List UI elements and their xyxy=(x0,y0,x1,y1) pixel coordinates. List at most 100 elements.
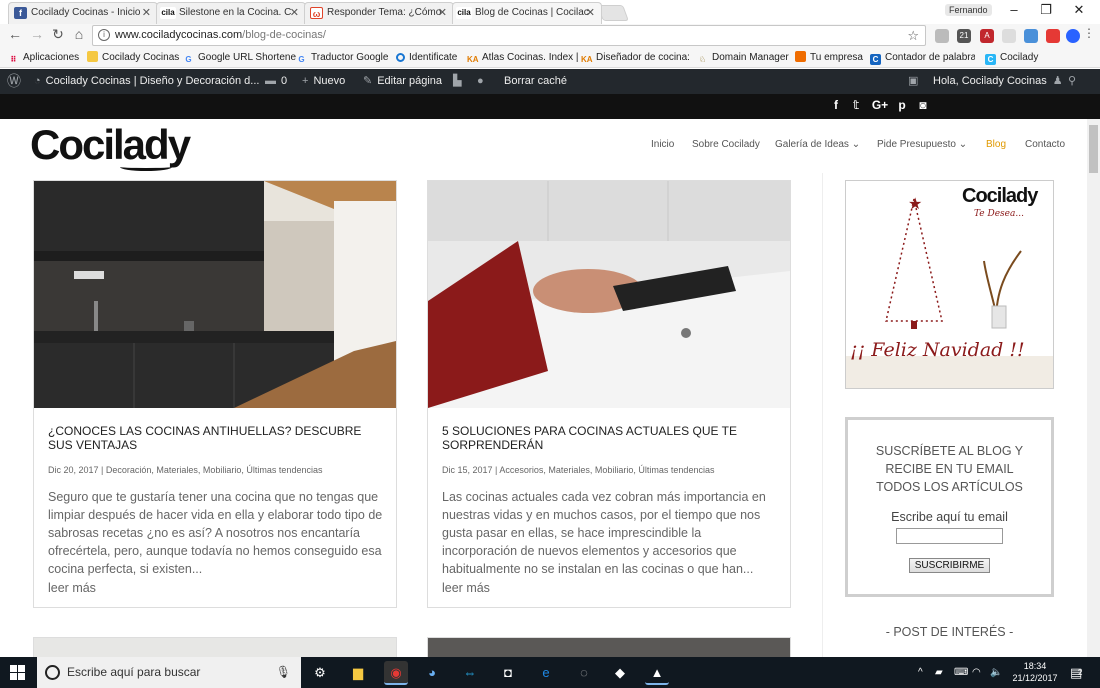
read-more-link[interactable]: leer más xyxy=(442,581,490,595)
menu-item-presupuesto[interactable]: Pide Presupuesto ⌄ xyxy=(877,139,967,150)
scrollbar-thumb[interactable] xyxy=(1089,125,1098,173)
pdf-extension-icon[interactable]: A xyxy=(980,29,994,43)
extension-icon[interactable] xyxy=(935,29,949,43)
page-scrollbar[interactable] xyxy=(1087,119,1100,657)
menu-item-galeria[interactable]: Galería de Ideas ⌄ xyxy=(775,139,860,150)
app-icon[interactable]: ◆ xyxy=(608,661,632,685)
site-logo[interactable]: Cocilady xyxy=(30,121,191,169)
task-view-icon[interactable]: ⚙ xyxy=(308,661,332,685)
social-top-bar: f 𝕥 G+ p ◙ xyxy=(0,94,1100,119)
maximize-button[interactable]: ❐ xyxy=(1031,2,1061,18)
atlas-icon: KA xyxy=(467,55,479,64)
apps-grid-icon: ⠿ xyxy=(10,55,17,64)
close-icon[interactable]: ✕ xyxy=(142,3,151,23)
bookmark-item[interactable]: ♘ Domain Manager xyxy=(697,51,789,65)
post-title[interactable]: 5 soluciones para cocinas actuales que t… xyxy=(442,424,777,452)
browser-tab[interactable]: cila Silestone en la Cocina. C ✕ xyxy=(156,2,306,24)
screen-icon[interactable]: ▣ xyxy=(908,69,918,94)
reload-icon[interactable]: ↻ xyxy=(49,26,67,43)
extension-icon[interactable] xyxy=(1066,29,1080,43)
twitter-icon[interactable]: 𝕥 xyxy=(847,98,865,112)
minimize-button[interactable]: – xyxy=(999,2,1029,17)
windows-start-icon[interactable] xyxy=(10,665,25,680)
forward-arrow-icon[interactable]: → xyxy=(28,26,46,42)
menu-item-contacto[interactable]: Contacto xyxy=(1025,139,1065,150)
browser-tab[interactable]: f Cocilady Cocinas - Inicio ✕ xyxy=(8,2,158,24)
blog-post-card-partial[interactable] xyxy=(33,637,397,657)
bookmark-star-icon[interactable]: ☆ xyxy=(907,26,919,45)
admin-comments[interactable]: ▬ 0 xyxy=(265,69,287,94)
browser-tab[interactable]: ω Responder Tema: ¿Cómo ✕ xyxy=(304,2,454,24)
admin-edit-page[interactable]: ✎ Editar página xyxy=(363,69,442,94)
wifi-icon[interactable]: ◠ xyxy=(972,657,981,688)
address-bar[interactable]: i www.cociladycocinas.com/blog-de-cocina… xyxy=(92,25,926,46)
bookmark-item[interactable]: C Contador de palabras xyxy=(870,51,975,65)
tray-expand-icon[interactable]: ^ xyxy=(918,657,923,688)
pin-extension-icon[interactable] xyxy=(1046,29,1060,43)
post-title[interactable]: ¿Conoces las cocinas antihuellas? Descub… xyxy=(48,424,383,452)
browser-tab-active[interactable]: cila Blog de Cocinas | Cocilac ✕ xyxy=(452,2,602,24)
post-thumbnail-kitchen[interactable] xyxy=(34,181,396,408)
bookmark-item[interactable]: C Cocilady xyxy=(985,51,1038,65)
blog-post-card-partial[interactable] xyxy=(427,637,791,657)
bookmark-item[interactable]: KA Diseñador de cocina: xyxy=(581,51,690,65)
extension-icon[interactable] xyxy=(1024,29,1038,43)
search-icon[interactable]: ⚲ xyxy=(1068,69,1076,94)
chrome-icon[interactable]: ◉ xyxy=(384,661,408,685)
app-icon[interactable]: ◕ xyxy=(420,661,444,685)
post-thumbnail-phone[interactable] xyxy=(428,181,790,408)
instagram-icon[interactable]: ◙ xyxy=(914,98,932,112)
plugin-icon[interactable]: ▙ xyxy=(453,69,461,94)
email-field[interactable] xyxy=(896,528,1003,544)
info-icon[interactable]: i xyxy=(98,29,110,41)
close-icon[interactable]: ✕ xyxy=(438,3,447,23)
app-icon[interactable]: ◌ xyxy=(572,661,596,685)
edge-icon[interactable]: e xyxy=(534,661,558,685)
christmas-promo-image[interactable]: ★ Cocilady Te Desea... ¡¡ Feliz Navidad … xyxy=(845,180,1054,389)
keyboard-icon[interactable]: ⌨ xyxy=(954,657,968,688)
bookmark-item[interactable]: ⠿ Aplicaciones xyxy=(8,51,79,65)
admin-greeting[interactable]: Hola, Cocilady Cocinas ♟ xyxy=(933,69,1068,94)
store-icon[interactable]: ◘ xyxy=(496,661,520,685)
photos-icon[interactable]: ▲ xyxy=(645,661,669,685)
facebook-icon[interactable]: f xyxy=(827,98,845,112)
promo-logo: Cocilady xyxy=(962,185,1038,207)
close-window-button[interactable]: ✕ xyxy=(1064,2,1094,18)
browser-toolbar: ← → ↻ ⌂ i www.cociladycocinas.com/blog-d… xyxy=(0,24,1100,48)
bookmark-item[interactable]: G Traductor Google xyxy=(296,51,388,65)
read-more-link[interactable]: leer más xyxy=(48,581,96,595)
promo-tagline: Te Desea... xyxy=(974,209,1024,219)
wordpress-icon[interactable]: Ⓦ xyxy=(7,69,21,94)
menu-item-sobre[interactable]: Sobre Cocilady xyxy=(692,139,760,150)
back-arrow-icon[interactable]: ← xyxy=(6,26,24,42)
extension-icon[interactable] xyxy=(1002,29,1016,43)
chrome-menu-icon[interactable]: ⋮ xyxy=(1080,26,1098,40)
admin-new[interactable]: + Nuevo xyxy=(302,69,345,94)
menu-item-blog[interactable]: Blog xyxy=(986,139,1006,150)
subscribe-button[interactable]: SUSCRIBIRME xyxy=(908,558,991,573)
taskbar-search[interactable]: Escribe aquí para buscar 🎙 xyxy=(37,657,301,688)
close-icon[interactable]: ✕ xyxy=(290,3,299,23)
volume-icon[interactable]: 🔈 xyxy=(990,657,1002,688)
menu-item-inicio[interactable]: Inicio xyxy=(651,139,674,150)
tray-app-icon[interactable]: ▰ xyxy=(935,657,943,688)
profile-name[interactable]: Fernando xyxy=(945,4,992,16)
google-plus-icon[interactable]: G+ xyxy=(868,98,892,112)
admin-site-name[interactable]: ◔ Cocilady Cocinas | Diseño y Decoración … xyxy=(34,69,259,94)
pinterest-icon[interactable]: p xyxy=(893,98,911,112)
home-icon[interactable]: ⌂ xyxy=(70,26,88,42)
bookmark-item[interactable]: Cocilady Cocinas xyxy=(87,51,179,65)
file-explorer-icon[interactable]: ▆ xyxy=(346,661,370,685)
extension-badge-icon[interactable]: 21 xyxy=(957,29,971,43)
admin-clear-cache[interactable]: Borrar caché xyxy=(504,69,567,94)
cila-icon: cila xyxy=(456,7,472,19)
bookmark-item[interactable]: Identificate xyxy=(396,51,457,65)
teamviewer-icon[interactable]: ⇔ xyxy=(458,661,482,685)
bookmark-item[interactable]: G Google URL Shortene xyxy=(183,51,296,65)
taskbar-clock[interactable]: 18:34 21/12/2017 xyxy=(1010,660,1060,684)
close-icon[interactable]: ✕ xyxy=(586,3,595,23)
microphone-icon[interactable]: 🎙 xyxy=(276,657,291,688)
identificate-icon xyxy=(396,53,405,62)
bookmark-item[interactable]: KA Atlas Cocinas. Index | xyxy=(467,51,579,65)
bookmark-item[interactable]: Tu empresa xyxy=(795,51,863,65)
